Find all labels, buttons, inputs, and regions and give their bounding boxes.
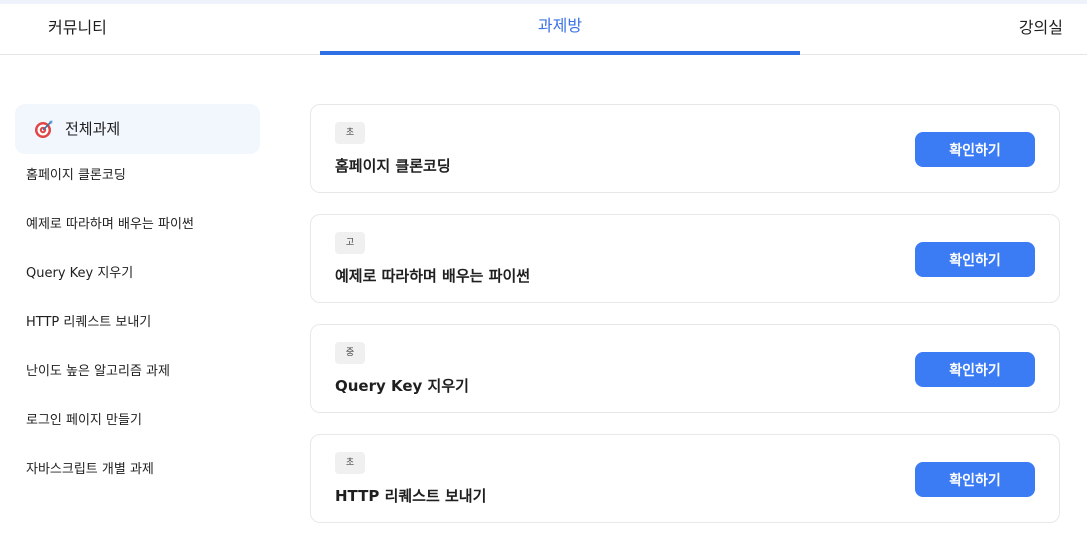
assignment-title: 예제로 따라하며 배우는 파이썬 bbox=[335, 267, 531, 285]
sidebar-item[interactable]: Query Key 지우기 bbox=[15, 252, 260, 301]
assignment-title: Query Key 지우기 bbox=[335, 377, 469, 395]
sidebar: 전체과제 홈페이지 클론코딩 예제로 따라하며 배우는 파이썬 Query Ke… bbox=[15, 104, 260, 497]
sidebar-item[interactable]: 로그인 페이지 만들기 bbox=[15, 399, 260, 448]
view-assignment-button[interactable]: 확인하기 bbox=[915, 132, 1035, 167]
sidebar-active-label: 전체과제 bbox=[65, 120, 121, 138]
sidebar-item[interactable]: 홈페이지 클론코딩 bbox=[15, 154, 260, 203]
level-badge: 중 bbox=[335, 342, 365, 364]
assignment-title: HTTP 리퀘스트 보내기 bbox=[335, 487, 487, 505]
level-badge: 고 bbox=[335, 232, 365, 254]
assignment-card: 고 예제로 따라하며 배우는 파이썬 확인하기 bbox=[310, 214, 1060, 303]
assignment-list: 초 홈페이지 클론코딩 확인하기 고 예제로 따라하며 배우는 파이썬 확인하기… bbox=[310, 104, 1060, 544]
sidebar-list: 홈페이지 클론코딩 예제로 따라하며 배우는 파이썬 Query Key 지우기… bbox=[15, 154, 260, 497]
assignment-card: 초 HTTP 리퀘스트 보내기 확인하기 bbox=[310, 434, 1060, 523]
sidebar-item[interactable]: HTTP 리퀘스트 보내기 bbox=[15, 301, 260, 350]
view-assignment-button[interactable]: 확인하기 bbox=[915, 462, 1035, 497]
top-nav: 커뮤니티 과제방 강의실 bbox=[0, 4, 1087, 55]
level-badge: 초 bbox=[335, 452, 365, 474]
active-tab-indicator bbox=[320, 51, 800, 55]
sidebar-item[interactable]: 자바스크립트 개별 과제 bbox=[15, 448, 260, 497]
nav-tab-assignments[interactable]: 과제방 bbox=[320, 4, 800, 55]
sidebar-item[interactable]: 예제로 따라하며 배우는 파이썬 bbox=[15, 203, 260, 252]
view-assignment-button[interactable]: 확인하기 bbox=[915, 242, 1035, 277]
level-badge: 초 bbox=[335, 122, 365, 144]
target-icon bbox=[35, 120, 53, 138]
sidebar-item-all-assignments[interactable]: 전체과제 bbox=[15, 104, 260, 154]
view-assignment-button[interactable]: 확인하기 bbox=[915, 352, 1035, 387]
sidebar-item[interactable]: 난이도 높은 알고리즘 과제 bbox=[15, 350, 260, 399]
nav-tab-classroom[interactable]: 강의실 bbox=[1019, 4, 1063, 54]
assignment-card: 초 홈페이지 클론코딩 확인하기 bbox=[310, 104, 1060, 193]
assignment-title: 홈페이지 클론코딩 bbox=[335, 157, 451, 175]
nav-tab-community[interactable]: 커뮤니티 bbox=[48, 4, 107, 54]
assignment-card: 중 Query Key 지우기 확인하기 bbox=[310, 324, 1060, 413]
nav-tab-assignments-label: 과제방 bbox=[537, 16, 583, 35]
